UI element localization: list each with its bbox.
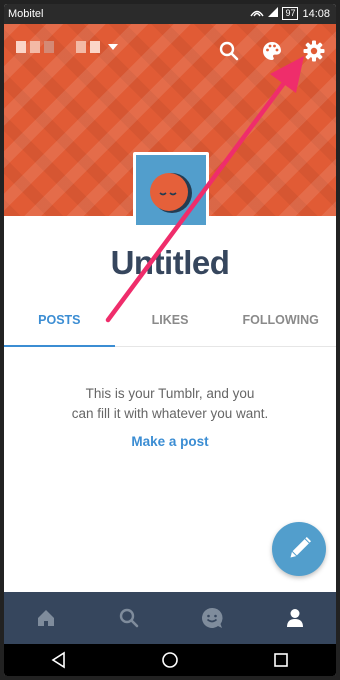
status-bar: Mobitel 97 14:08 <box>4 4 336 24</box>
blog-switcher[interactable] <box>16 41 118 53</box>
make-post-link[interactable]: Make a post <box>4 434 336 449</box>
recents-icon <box>273 653 288 667</box>
nav-account[interactable] <box>253 592 336 644</box>
back-button[interactable] <box>4 644 115 676</box>
tab-following[interactable]: FOLLOWING <box>225 304 336 346</box>
blurred-blog-name-part <box>44 41 54 53</box>
signal-icon <box>250 7 265 20</box>
smiley-icon <box>201 607 223 628</box>
system-navigation <box>4 644 336 676</box>
home-icon <box>37 610 54 626</box>
blurred-blog-name-part <box>76 41 86 53</box>
profile-tabs: POSTS LIKES FOLLOWING <box>4 304 336 347</box>
tab-likes[interactable]: LIKES <box>115 304 226 346</box>
bottom-navigation <box>4 592 336 644</box>
clock: 14:08 <box>302 7 330 20</box>
home-circle-icon <box>162 652 178 668</box>
back-icon <box>51 651 66 669</box>
nav-activity[interactable] <box>170 592 253 644</box>
carrier-label: Mobitel <box>8 8 44 20</box>
empty-state-message: This is your Tumblr, and you can fill it… <box>4 384 336 424</box>
recents-button[interactable] <box>225 644 336 676</box>
palette-icon[interactable] <box>260 39 284 63</box>
empty-message-line1: This is your Tumblr, and you <box>85 386 255 401</box>
blurred-blog-name-part <box>30 41 40 53</box>
nav-home[interactable] <box>4 592 87 644</box>
blurred-blog-name-part <box>90 41 100 53</box>
phone-screen: Mobitel 97 14:08 Untitled POSTS LIKES FO… <box>4 4 336 676</box>
gear-icon[interactable] <box>302 39 326 63</box>
tab-posts[interactable]: POSTS <box>4 304 115 347</box>
nav-search[interactable] <box>87 592 170 644</box>
blog-title[interactable]: Untitled <box>4 244 336 282</box>
search-icon <box>119 608 138 628</box>
account-icon <box>286 609 303 627</box>
blurred-blog-name <box>16 41 26 53</box>
avatar-image <box>136 155 206 225</box>
home-button[interactable] <box>115 644 226 676</box>
empty-message-line2: can fill it with whatever you want. <box>71 406 269 421</box>
pencil-icon <box>290 536 312 558</box>
battery-icon: 97 <box>282 7 299 20</box>
status-icons: 97 14:08 <box>250 7 330 20</box>
compose-button[interactable] <box>272 522 326 576</box>
search-icon[interactable] <box>217 39 241 63</box>
cellular-icon <box>268 7 279 20</box>
blog-avatar[interactable] <box>133 152 209 228</box>
chevron-down-icon <box>108 44 118 50</box>
